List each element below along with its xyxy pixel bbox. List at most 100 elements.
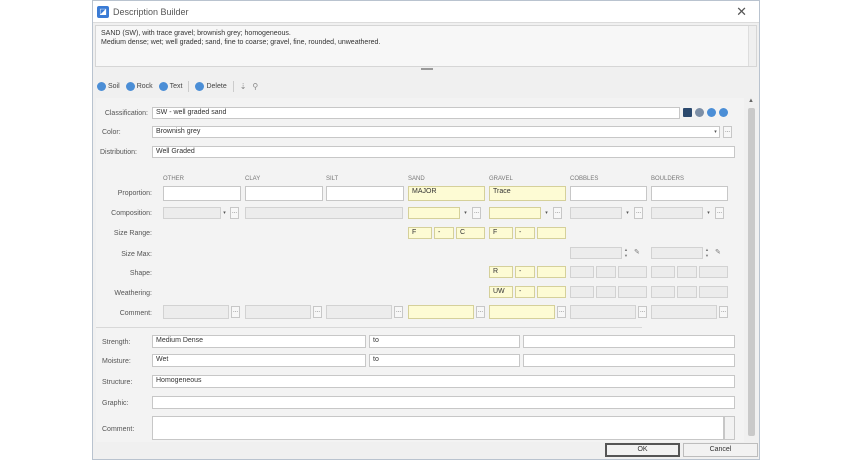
proportion-gravel[interactable]: Trace xyxy=(489,186,566,201)
composition-sand-dropdown-icon[interactable]: ▾ xyxy=(462,207,469,219)
comment-silt-more[interactable]: ... xyxy=(394,306,403,318)
composition-cobbles[interactable] xyxy=(570,207,622,219)
size-max-boulders-spinner[interactable]: ▲ ▼ xyxy=(704,247,710,259)
form-scrollbar[interactable]: ▲ xyxy=(747,98,756,442)
composition-clay-silt[interactable] xyxy=(245,207,403,219)
comment-boulders[interactable] xyxy=(651,305,717,319)
weathering-cobbles-to[interactable] xyxy=(618,286,647,298)
comment-clay-more[interactable]: ... xyxy=(313,306,322,318)
weathering-gravel-to[interactable] xyxy=(537,286,566,298)
color-more-button[interactable]: ... xyxy=(723,126,732,138)
soil-button[interactable]: Soil xyxy=(97,81,120,91)
weathering-gravel-from[interactable]: UW xyxy=(489,286,513,298)
size-range-sand-from[interactable]: F xyxy=(408,227,432,239)
proportion-sand[interactable]: MAJOR xyxy=(408,186,485,201)
shape-boulders-from[interactable] xyxy=(651,266,675,278)
move-down-icon[interactable]: ⇣ xyxy=(240,82,247,91)
weathering-boulders-to[interactable] xyxy=(699,286,728,298)
comment-other-more[interactable]: ... xyxy=(231,306,240,318)
spin-down-icon[interactable]: ▼ xyxy=(704,253,710,259)
comment-gravel-more[interactable]: ... xyxy=(557,306,566,318)
weathering-cobbles-from[interactable] xyxy=(570,286,594,298)
distribution-label: Distribution: xyxy=(100,149,137,156)
size-max-boulders[interactable] xyxy=(651,247,703,259)
comment-cobbles-more[interactable]: ... xyxy=(638,306,647,318)
text-button[interactable]: Text xyxy=(158,81,182,91)
pin-icon[interactable]: ⚲ xyxy=(252,82,258,91)
strength-to-field[interactable]: to xyxy=(369,335,520,348)
moisture-extra-field[interactable] xyxy=(523,354,735,367)
proportion-other[interactable] xyxy=(163,186,241,201)
cancel-button[interactable]: Cancel xyxy=(683,443,758,457)
comment-scrollbar[interactable] xyxy=(724,416,735,440)
shape-cobbles-to[interactable] xyxy=(618,266,647,278)
comment-gravel[interactable] xyxy=(489,305,555,319)
composition-gravel[interactable] xyxy=(489,207,541,219)
weathering-label: Weathering: xyxy=(114,290,152,297)
weathering-boulders-from[interactable] xyxy=(651,286,675,298)
info-icon[interactable] xyxy=(707,108,716,117)
comment-sand[interactable] xyxy=(408,305,474,319)
moisture-from-field[interactable]: Wet xyxy=(152,354,366,367)
proportion-boulders[interactable] xyxy=(651,186,728,201)
size-range-gravel-to[interactable] xyxy=(537,227,566,239)
size-range-sand-to[interactable]: C xyxy=(456,227,485,239)
composition-cobbles-dropdown-icon[interactable]: ▾ xyxy=(624,207,631,219)
composition-gravel-more[interactable]: ... xyxy=(553,207,562,219)
help-icon[interactable] xyxy=(719,108,728,117)
composition-cobbles-more[interactable]: ... xyxy=(634,207,643,219)
shape-gravel-to[interactable] xyxy=(537,266,566,278)
color-dropdown-icon[interactable]: ▾ xyxy=(712,126,719,138)
description-line-2: Medium dense; wet; well graded; sand, fi… xyxy=(101,39,381,46)
composition-boulders-dropdown-icon[interactable]: ▾ xyxy=(705,207,712,219)
color-field[interactable]: Brownish grey xyxy=(152,126,720,138)
comment-sand-more[interactable]: ... xyxy=(476,306,485,318)
strength-extra-field[interactable] xyxy=(523,335,735,348)
comment-clay[interactable] xyxy=(245,305,311,319)
size-range-gravel-dash: - xyxy=(515,227,535,239)
composition-boulders-more[interactable]: ... xyxy=(715,207,724,219)
shape-cobbles-from[interactable] xyxy=(570,266,594,278)
graphic-field[interactable] xyxy=(152,396,735,409)
size-max-cobbles-spinner[interactable]: ▲ ▼ xyxy=(623,247,629,259)
scroll-thumb[interactable] xyxy=(748,108,755,436)
composition-boulders[interactable] xyxy=(651,207,703,219)
moisture-to-field[interactable]: to xyxy=(369,354,520,367)
eraser-icon[interactable]: ✎ xyxy=(715,249,723,257)
size-range-gravel-from[interactable]: F xyxy=(489,227,513,239)
scroll-up-icon[interactable]: ▲ xyxy=(748,98,754,104)
comment-boulders-more[interactable]: ... xyxy=(719,306,728,318)
distribution-field[interactable]: Well Graded xyxy=(152,146,735,158)
classification-field[interactable]: SW - well graded sand xyxy=(152,107,680,119)
composition-other-more[interactable]: ... xyxy=(230,207,239,219)
undo-icon[interactable] xyxy=(695,108,704,117)
strength-from-field[interactable]: Medium Dense xyxy=(152,335,366,348)
ok-button[interactable]: OK xyxy=(605,443,680,457)
comment-cobbles[interactable] xyxy=(570,305,636,319)
composition-sand-more[interactable]: ... xyxy=(472,207,481,219)
spin-down-icon[interactable]: ▼ xyxy=(623,253,629,259)
composition-other-dropdown-icon[interactable]: ▾ xyxy=(221,207,228,219)
structure-field[interactable]: Homogeneous xyxy=(152,375,735,388)
composition-sand[interactable] xyxy=(408,207,460,219)
description-scrollbar[interactable] xyxy=(748,26,756,66)
proportion-clay[interactable] xyxy=(245,186,323,201)
description-preview[interactable]: SAND (SW), with trace gravel; brownish g… xyxy=(95,25,757,67)
composition-gravel-dropdown-icon[interactable]: ▾ xyxy=(543,207,550,219)
shape-gravel-from[interactable]: R xyxy=(489,266,513,278)
comment-silt[interactable] xyxy=(326,305,392,319)
shape-boulders-to[interactable] xyxy=(699,266,728,278)
save-icon[interactable] xyxy=(683,108,692,117)
comment-other[interactable] xyxy=(163,305,229,319)
proportion-silt[interactable] xyxy=(326,186,404,201)
close-icon[interactable]: ✕ xyxy=(736,4,747,20)
splitter-handle[interactable] xyxy=(421,68,433,70)
comment-field[interactable] xyxy=(152,416,724,440)
size-max-cobbles[interactable] xyxy=(570,247,622,259)
eraser-icon[interactable]: ✎ xyxy=(634,249,642,257)
delete-button[interactable]: Delete xyxy=(195,81,227,91)
proportion-cobbles[interactable] xyxy=(570,186,647,201)
rock-button[interactable]: Rock xyxy=(125,81,153,91)
shape-label: Shape: xyxy=(129,270,152,277)
composition-other[interactable] xyxy=(163,207,221,219)
